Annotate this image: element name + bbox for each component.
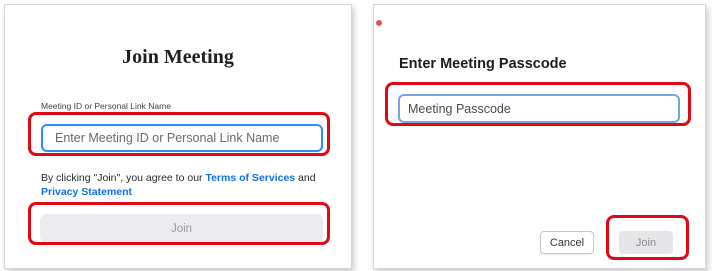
meeting-id-label: Meeting ID or Personal Link Name <box>41 101 171 111</box>
meeting-id-placeholder: Enter Meeting ID or Personal Link Name <box>55 131 280 145</box>
privacy-statement-link[interactable]: Privacy Statement <box>41 186 132 198</box>
passcode-placeholder: Meeting Passcode <box>408 101 511 116</box>
terms-of-services-link[interactable]: Terms of Services <box>205 172 295 184</box>
passcode-join-button[interactable]: Join <box>619 231 673 254</box>
terms-prefix: By clicking "Join", you agree to our <box>41 172 206 184</box>
passcode-input[interactable]: Meeting Passcode <box>398 94 680 123</box>
meeting-id-input[interactable]: Enter Meeting ID or Personal Link Name <box>41 124 323 152</box>
terms-text: By clicking "Join", you agree to our Ter… <box>41 171 331 199</box>
window-close-dot[interactable] <box>376 20 382 26</box>
cancel-button[interactable]: Cancel <box>540 231 594 254</box>
join-meeting-title: Join Meeting <box>122 46 234 68</box>
terms-and: and <box>295 172 316 184</box>
join-button[interactable]: Join <box>40 214 323 243</box>
join-meeting-window: Join Meeting Meeting ID or Personal Link… <box>4 4 352 269</box>
passcode-window: Enter Meeting Passcode Meeting Passcode … <box>373 4 706 269</box>
passcode-title: Enter Meeting Passcode <box>399 56 567 72</box>
